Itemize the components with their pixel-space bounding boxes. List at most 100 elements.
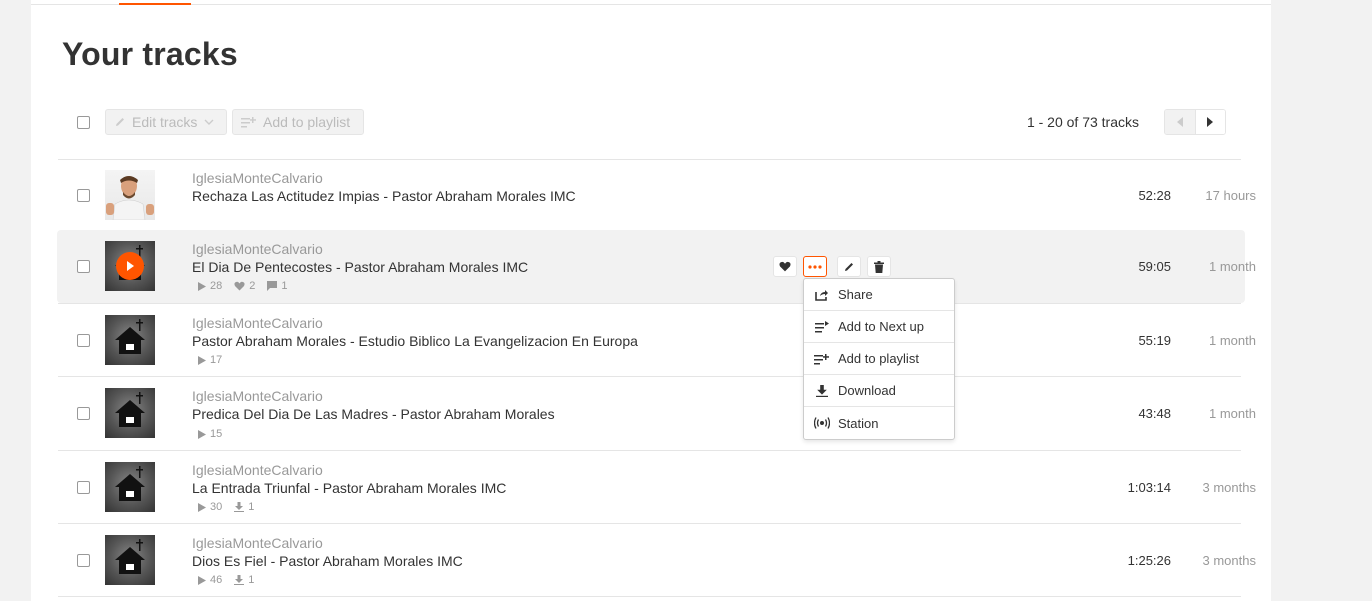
track-artist[interactable]: IglesiaMonteCalvario [192,388,323,404]
track-title[interactable]: Rechaza Las Actitudez Impias - Pastor Ab… [192,188,576,204]
delete-track-button[interactable] [867,256,891,277]
church-logo [115,319,145,354]
play-count-icon [198,502,206,512]
play-count: 15 [198,428,222,440]
pagination-controls [1164,109,1226,135]
menu-item-download[interactable]: Download [804,375,954,407]
play-button[interactable] [116,252,144,280]
play-count: 28 [198,280,222,292]
track-duration: 52:28 [1138,188,1171,203]
track-stats: 17 [198,354,230,366]
download-count: 1 [234,501,254,513]
track-stats: 15 [198,428,230,440]
arrow-left-icon [1176,117,1183,127]
menu-item-share[interactable]: Share [804,279,954,311]
share-icon [814,288,830,302]
track-upload-time: 3 months [1202,553,1256,568]
more-button[interactable] [803,256,827,277]
track-title[interactable]: Predica Del Dia De Las Madres - Pastor A… [192,406,555,422]
track-checkbox[interactable] [77,260,90,273]
church-logo [115,392,145,427]
track-checkbox[interactable] [77,407,90,420]
track-row[interactable]: IglesiaMonteCalvario Predica Del Dia De … [58,376,1256,450]
track-title[interactable]: Dios Es Fiel - Pastor Abraham Morales IM… [192,553,463,569]
comment-icon [267,281,278,291]
more-icon [808,264,822,269]
active-tab-indicator [119,3,191,5]
pagination-text: 1 - 20 of 73 tracks [1026,114,1139,130]
track-artwork[interactable] [105,462,155,512]
track-duration: 55:19 [1138,333,1171,348]
add-to-playlist-icon [241,117,256,128]
menu-item-add-to-next-up[interactable]: Add to Next up [804,311,954,343]
track-artist[interactable]: IglesiaMonteCalvario [192,535,323,551]
track-artwork[interactable] [105,535,155,585]
pencil-icon [845,262,853,271]
page-title: Your tracks [62,36,238,72]
add-to-playlist-icon [814,352,830,366]
download-icon [814,384,830,398]
track-upload-time: 3 months [1202,480,1256,495]
play-icon [127,261,134,271]
download-icon [234,575,245,585]
download-icon [234,502,245,512]
edit-tracks-label: Edit tracks [132,114,198,130]
track-row-hovered[interactable]: IglesiaMonteCalvario El Dia De Pentecost… [57,230,1256,303]
previous-page-button[interactable] [1165,110,1196,134]
heart-icon [779,261,791,272]
play-count-icon [198,575,206,585]
play-count-icon [198,429,206,439]
play-count-icon [198,281,206,291]
track-artist[interactable]: IglesiaMonteCalvario [192,315,323,331]
track-row[interactable]: IglesiaMonteCalvario Dios Es Fiel - Past… [58,523,1256,597]
track-checkbox[interactable] [77,334,90,347]
track-artwork[interactable] [105,170,155,220]
track-artist[interactable]: IglesiaMonteCalvario [192,462,323,478]
select-all-checkbox[interactable] [77,116,90,129]
heart-icon [234,281,245,291]
play-count: 46 [198,574,222,586]
edit-track-button[interactable] [837,256,861,277]
add-to-playlist-label: Add to playlist [263,114,351,130]
track-checkbox[interactable] [77,481,90,494]
track-duration: 1:25:26 [1127,553,1171,568]
track-row[interactable]: IglesiaMonteCalvario Pastor Abraham Mora… [58,303,1256,376]
track-checkbox[interactable] [77,554,90,567]
arrow-right-icon [1207,117,1214,127]
track-title[interactable]: La Entrada Triunfal - Pastor Abraham Mor… [192,480,506,496]
edit-tracks-button[interactable]: Edit tracks [105,109,227,135]
chevron-down-icon [204,119,214,125]
comment-count: 1 [267,280,288,292]
pencil-icon [116,118,124,126]
track-duration: 59:05 [1138,259,1171,274]
menu-item-station[interactable]: Station [804,407,954,439]
page-container: Your tracks Edit tracks Add to playlist … [31,0,1271,601]
track-artist[interactable]: IglesiaMonteCalvario [192,241,323,257]
next-page-button[interactable] [1195,110,1225,134]
play-count: 17 [198,354,222,366]
track-artist[interactable]: IglesiaMonteCalvario [192,170,323,186]
track-stats: 28 2 1 [198,280,296,292]
track-artwork[interactable] [105,315,155,365]
like-button[interactable] [773,256,797,277]
track-stats: 30 1 [198,501,262,513]
add-to-playlist-button[interactable]: Add to playlist [232,109,364,135]
track-checkbox[interactable] [77,189,90,202]
track-artwork[interactable] [105,388,155,438]
play-count: 30 [198,501,222,513]
menu-item-add-to-playlist[interactable]: Add to playlist [804,343,954,375]
more-actions-menu: Share Add to Next up Add to playlist Dow… [803,278,955,440]
track-upload-time: 17 hours [1205,188,1256,203]
track-upload-time: 1 month [1209,259,1256,274]
church-logo [115,539,145,574]
church-logo [115,466,145,501]
track-row[interactable]: IglesiaMonteCalvario Rechaza Las Actitud… [58,159,1256,230]
track-duration: 43:48 [1138,406,1171,421]
track-title[interactable]: Pastor Abraham Morales - Estudio Biblico… [192,333,638,349]
track-row[interactable]: IglesiaMonteCalvario La Entrada Triunfal… [58,450,1256,523]
station-icon [814,416,830,430]
track-duration: 1:03:14 [1127,480,1171,495]
track-upload-time: 1 month [1209,333,1256,348]
track-title[interactable]: El Dia De Pentecostes - Pastor Abraham M… [192,259,528,275]
play-count-icon [198,355,206,365]
